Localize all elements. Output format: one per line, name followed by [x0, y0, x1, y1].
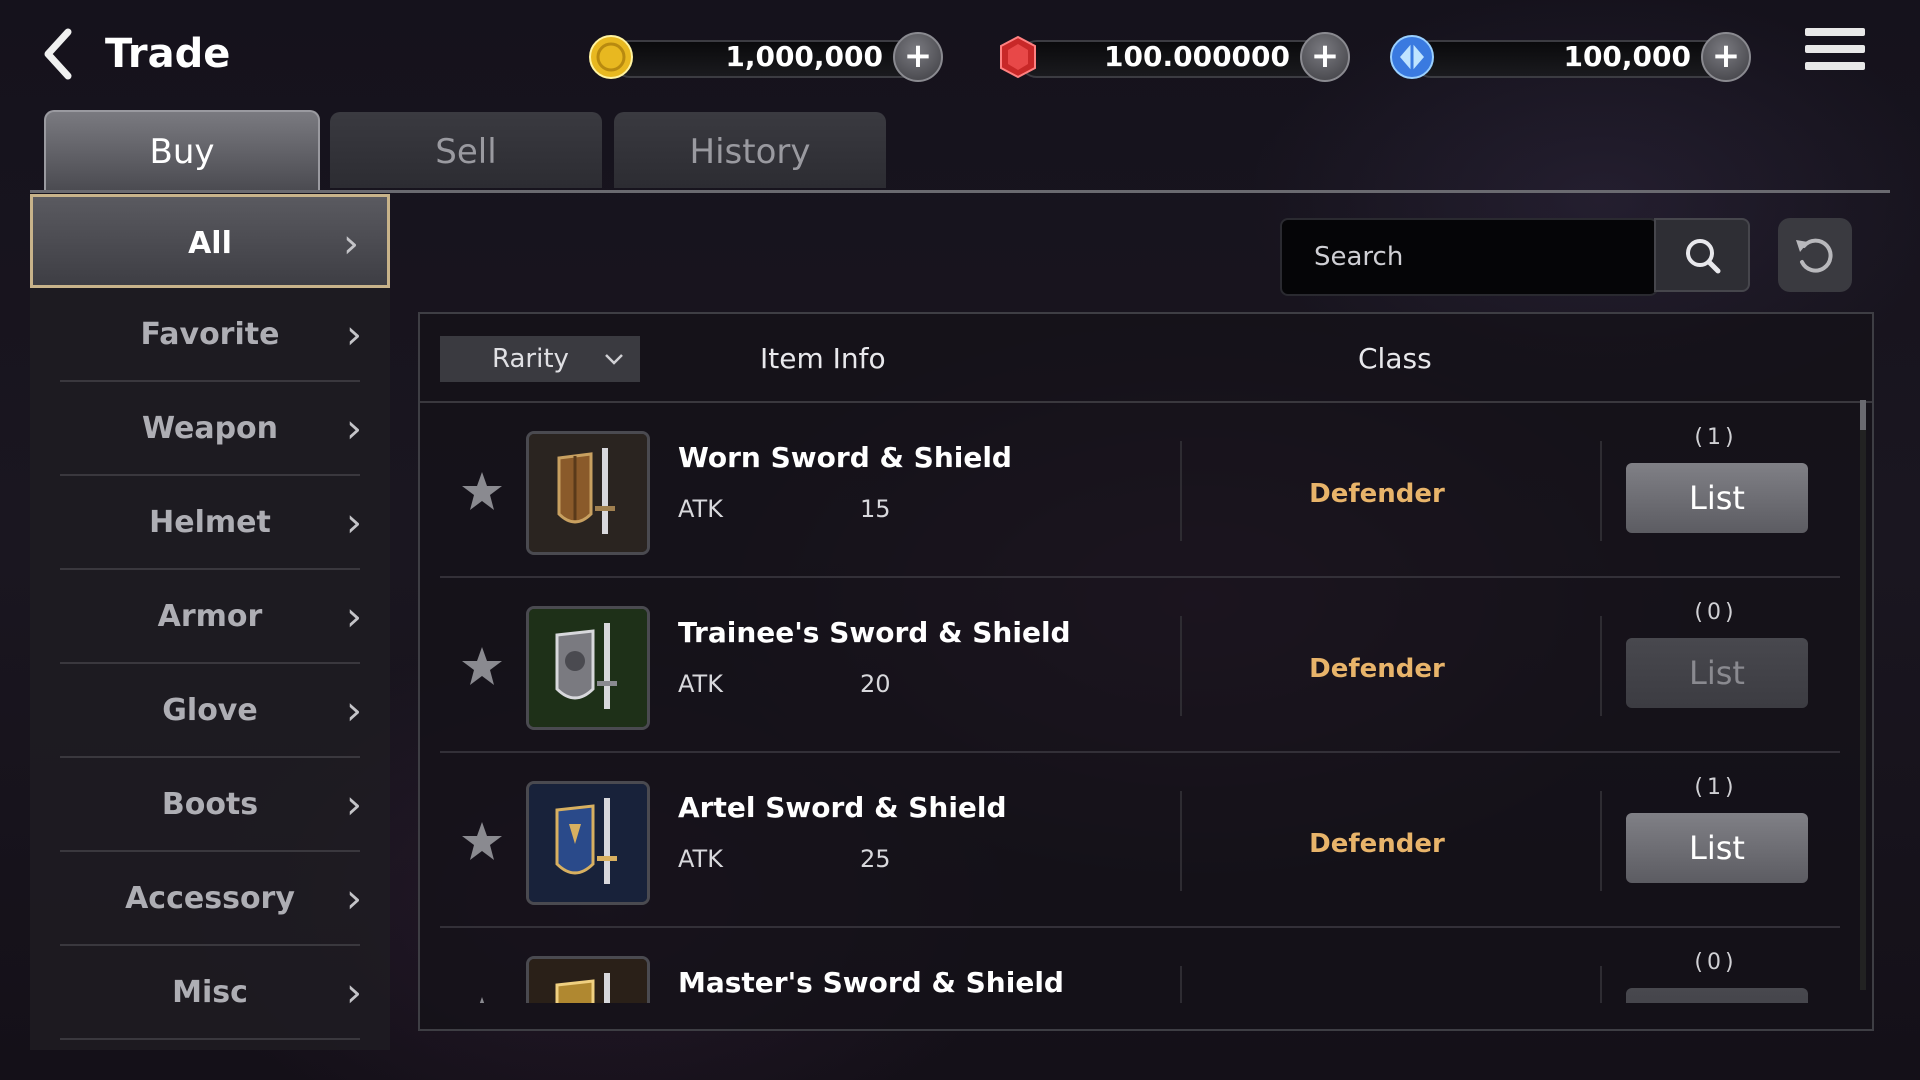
- item-name: Master's Sword & Shield: [678, 966, 1064, 999]
- chevron-right-icon: ›: [346, 406, 362, 452]
- blue-diamond-icon: [1390, 35, 1434, 79]
- sidebar-item-label: All: [188, 226, 232, 261]
- item-icon-trainees-sword-shield[interactable]: [526, 606, 650, 730]
- item-icon-worn-sword-shield[interactable]: [526, 431, 650, 555]
- chevron-right-icon: ›: [346, 876, 362, 922]
- red-gem-amount: 100.000000: [1104, 40, 1290, 73]
- add-red-gem-button[interactable]: +: [1300, 32, 1350, 82]
- chevron-right-icon: ›: [343, 221, 359, 267]
- sidebar-item-label: Favorite: [140, 317, 280, 352]
- chevron-right-icon: ›: [346, 688, 362, 734]
- item-stat-value: 20: [860, 670, 891, 698]
- tab-sell[interactable]: Sell: [330, 112, 602, 188]
- item-class: Defender: [1309, 654, 1445, 684]
- sidebar-item-boots[interactable]: Boots ›: [30, 758, 390, 852]
- add-gold-button[interactable]: +: [893, 32, 943, 82]
- column-header-item-info: Item Info: [760, 342, 886, 375]
- tab-history[interactable]: History: [614, 112, 886, 188]
- chevron-right-icon: ›: [346, 500, 362, 546]
- sidebar-item-label: Misc: [172, 975, 248, 1010]
- currency-blue-diamond: 100,000 +: [1389, 30, 1751, 84]
- item-count: (0): [1694, 950, 1738, 975]
- table-row: Master's Sword & Shield (0): [420, 928, 1840, 1003]
- blue-diamond-amount: 100,000: [1563, 40, 1691, 73]
- sidebar-item-favorite[interactable]: Favorite ›: [30, 288, 390, 382]
- item-list: Worn Sword & Shield ATK 15 Defender (1) …: [420, 403, 1872, 1003]
- item-stat-value: 25: [860, 845, 891, 873]
- item-count: (0): [1694, 600, 1738, 625]
- favorite-star-icon[interactable]: [460, 819, 504, 863]
- category-sidebar: All › Favorite › Weapon › Helmet › Armor…: [30, 194, 390, 1050]
- sidebar-item-all[interactable]: All ›: [30, 194, 390, 288]
- currency-red-gem: 100.000000 +: [995, 30, 1350, 84]
- page-title: Trade: [105, 31, 231, 77]
- sidebar-item-glove[interactable]: Glove ›: [30, 664, 390, 758]
- list-button[interactable]: List: [1626, 638, 1808, 708]
- item-class: Defender: [1309, 829, 1445, 859]
- chevron-right-icon: ›: [346, 970, 362, 1016]
- item-name: Worn Sword & Shield: [678, 441, 1012, 474]
- sidebar-item-weapon[interactable]: Weapon ›: [30, 382, 390, 476]
- item-class: Defender: [1309, 479, 1445, 509]
- search-icon: [1686, 239, 1721, 274]
- column-header-class: Class: [1358, 342, 1432, 375]
- search-box: [1280, 218, 1658, 296]
- list-button[interactable]: List: [1626, 813, 1808, 883]
- sidebar-item-label: Accessory: [125, 881, 295, 916]
- table-row: Trainee's Sword & Shield ATK 20 Defender…: [420, 578, 1840, 753]
- sidebar-item-accessory[interactable]: Accessory ›: [30, 852, 390, 946]
- currency-gold: 1,000,000 +: [588, 30, 943, 84]
- sidebar-item-label: Helmet: [149, 505, 271, 540]
- sidebar-item-label: Weapon: [141, 411, 279, 446]
- back-arrow-icon[interactable]: [40, 26, 80, 82]
- sidebar-item-armor[interactable]: Armor ›: [30, 570, 390, 664]
- chevron-right-icon: ›: [346, 312, 362, 358]
- chevron-right-icon: ›: [346, 594, 362, 640]
- tab-buy[interactable]: Buy: [44, 110, 320, 192]
- gold-coin-icon: [589, 35, 633, 79]
- gold-amount: 1,000,000: [725, 40, 883, 73]
- table-row: Artel Sword & Shield ATK 25 Defender (1)…: [420, 753, 1840, 928]
- item-count: (1): [1694, 775, 1738, 800]
- list-button[interactable]: List: [1626, 463, 1808, 533]
- rarity-label: Rarity: [492, 344, 569, 374]
- search-input[interactable]: [1312, 234, 1636, 280]
- item-name: Artel Sword & Shield: [678, 791, 1007, 824]
- chevron-down-icon: [605, 354, 623, 365]
- item-list-panel: Rarity Item Info Class Worn Sword & Shie: [418, 312, 1874, 1031]
- hamburger-menu-icon[interactable]: [1805, 28, 1865, 78]
- tab-divider: [30, 190, 1890, 193]
- sidebar-item-helmet[interactable]: Helmet ›: [30, 476, 390, 570]
- table-row: Worn Sword & Shield ATK 15 Defender (1) …: [420, 403, 1840, 578]
- item-stat-label: ATK: [678, 845, 723, 873]
- item-name: Trainee's Sword & Shield: [678, 616, 1071, 649]
- favorite-star-icon[interactable]: [460, 469, 504, 513]
- refresh-button[interactable]: [1778, 218, 1852, 292]
- chevron-right-icon: ›: [346, 782, 362, 828]
- red-gem-icon: [1000, 35, 1036, 79]
- favorite-star-icon[interactable]: [460, 994, 504, 1003]
- item-stat-value: 15: [860, 495, 891, 523]
- rarity-dropdown[interactable]: Rarity: [440, 336, 640, 382]
- sidebar-item-label: Boots: [161, 787, 259, 822]
- search-button[interactable]: [1654, 218, 1750, 292]
- item-stat-label: ATK: [678, 495, 723, 523]
- item-icon-masters-sword-shield[interactable]: [526, 956, 650, 1003]
- item-stat-label: ATK: [678, 670, 723, 698]
- item-icon-artel-sword-shield[interactable]: [526, 781, 650, 905]
- item-count: (1): [1694, 425, 1738, 450]
- sidebar-item-label: Armor: [157, 599, 263, 634]
- refresh-icon: [1796, 238, 1833, 273]
- favorite-star-icon[interactable]: [460, 644, 504, 688]
- sidebar-item-label: Glove: [162, 693, 258, 728]
- sidebar-item-misc[interactable]: Misc ›: [30, 946, 390, 1040]
- list-button[interactable]: [1626, 988, 1808, 1003]
- add-blue-diamond-button[interactable]: +: [1701, 32, 1751, 82]
